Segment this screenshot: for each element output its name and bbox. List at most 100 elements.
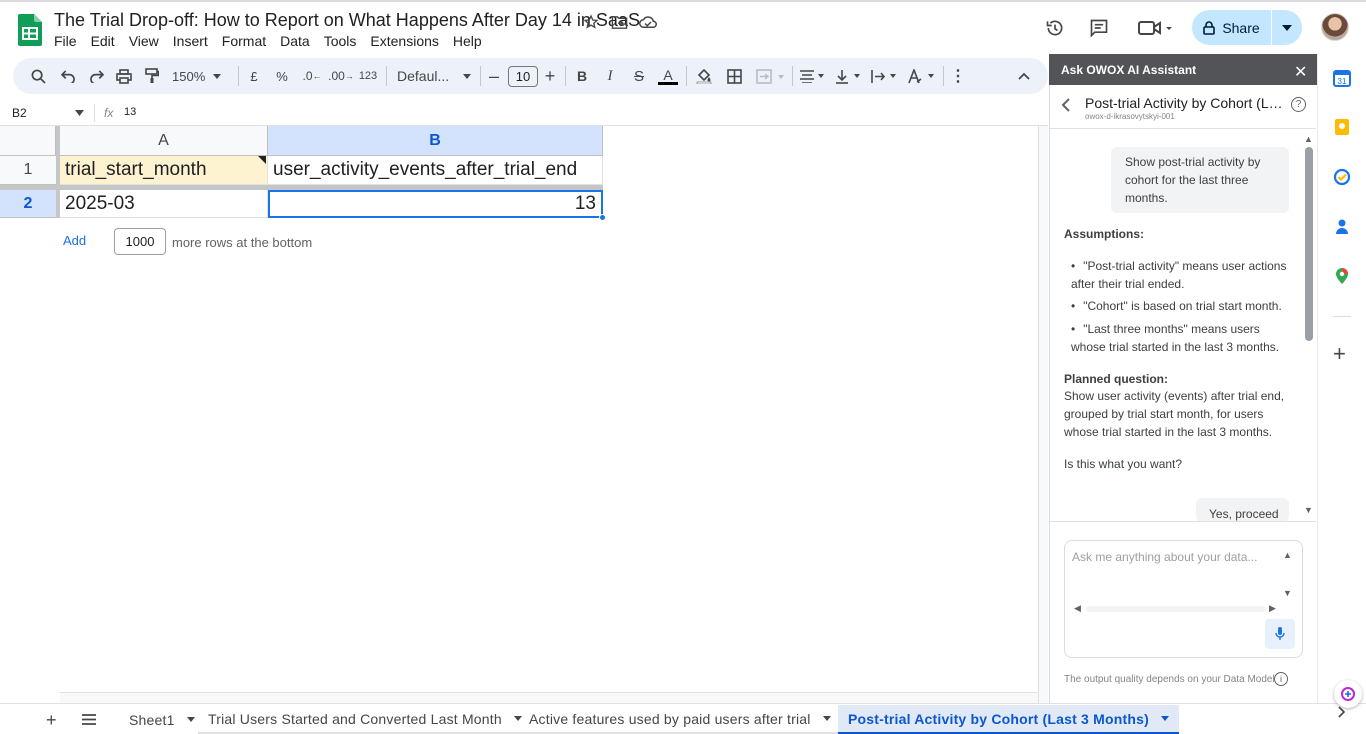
menu-view[interactable]: View [129, 33, 159, 49]
font-name: Defaul... [397, 68, 450, 84]
increase-font-size-button[interactable]: + [542, 66, 558, 86]
fill-color-icon[interactable] [694, 66, 714, 86]
version-history-icon[interactable] [1043, 16, 1067, 40]
undo-icon[interactable] [58, 66, 78, 86]
gemini-icon[interactable] [1334, 680, 1362, 708]
tasks-icon[interactable] [1333, 168, 1351, 186]
format-percent-button[interactable]: % [274, 66, 290, 86]
calendar-icon[interactable]: 31 [1333, 69, 1351, 87]
cell-a1[interactable]: trial_start_month [60, 156, 268, 185]
horizontal-align-icon[interactable] [798, 66, 828, 86]
borders-icon[interactable] [724, 66, 744, 86]
toolbar-divider [480, 66, 481, 86]
fill-handle[interactable] [599, 214, 606, 221]
grid-horizontal-scrollbar[interactable] [60, 692, 1038, 703]
avatar[interactable] [1321, 13, 1349, 41]
move-folder-icon[interactable] [609, 12, 629, 32]
font-size-input[interactable]: 10 [508, 66, 538, 87]
input-scroll-down-icon[interactable]: ▼ [1283, 588, 1292, 598]
add-sheet-icon[interactable]: + [46, 710, 57, 731]
cell-b1[interactable]: user_activity_events_after_trial_end [268, 156, 603, 185]
keep-icon[interactable] [1333, 118, 1351, 136]
cell-a2[interactable]: 2025-03 [60, 190, 268, 218]
menu-tools[interactable]: Tools [324, 33, 357, 49]
redo-icon[interactable] [86, 66, 106, 86]
chat-scroll-up-icon[interactable]: ▲ [1304, 134, 1313, 144]
info-icon[interactable]: i [1274, 672, 1288, 686]
chat-input[interactable]: Ask me anything about your data... [1072, 550, 1257, 564]
chat-scroll-down-icon[interactable]: ▼ [1304, 505, 1313, 515]
cell-b2-selected[interactable]: 13 [268, 190, 603, 218]
meet-icon[interactable] [1135, 16, 1175, 40]
chat-scrollbar-thumb[interactable] [1305, 147, 1313, 341]
input-scroll-left-icon[interactable]: ◀ [1074, 603, 1081, 614]
print-icon[interactable] [114, 66, 134, 86]
zoom-select[interactable]: 150% [172, 66, 232, 86]
text-color-button[interactable]: A [657, 66, 679, 86]
more-formats-button[interactable]: 123 [357, 66, 379, 86]
share-button[interactable]: Share [1192, 10, 1272, 45]
sheet-tab-label: Active features used by paid users after… [529, 710, 811, 727]
column-header-b[interactable]: B [268, 126, 603, 156]
comments-icon[interactable] [1087, 16, 1111, 40]
close-icon[interactable]: ✕ [1294, 62, 1307, 82]
menu-extensions[interactable]: Extensions [370, 33, 438, 49]
proceed-button[interactable]: Yes, proceed [1196, 498, 1289, 522]
menu-insert[interactable]: Insert [173, 33, 208, 49]
rows-count-input[interactable]: 1000 [114, 228, 166, 255]
add-rows-button[interactable]: Add [63, 233, 86, 248]
text-wrapping-icon[interactable] [870, 66, 900, 86]
sheet-tab-label: Post-trial Activity by Cohort (Last 3 Mo… [848, 710, 1149, 727]
get-add-ons-icon[interactable]: + [1333, 343, 1346, 365]
sheet-tab-trial-users[interactable]: Trial Users Started and Converted Last M… [198, 705, 532, 734]
menu-format[interactable]: Format [222, 33, 266, 49]
strikethrough-button[interactable]: S [630, 66, 648, 86]
back-arrow-icon[interactable] [1061, 98, 1071, 117]
font-select[interactable]: Defaul... [397, 66, 471, 86]
decrease-font-size-button[interactable]: – [486, 66, 502, 86]
sheet-tab-active-features[interactable]: Active features used by paid users after… [519, 705, 841, 734]
more-options-icon[interactable]: ⋮ [950, 66, 966, 86]
grid-vertical-scrollbar[interactable] [1038, 126, 1048, 703]
contacts-icon[interactable] [1333, 218, 1351, 236]
name-box-caret-icon[interactable] [75, 110, 84, 116]
cloud-status-icon[interactable] [638, 12, 658, 32]
text-rotation-icon[interactable] [906, 66, 938, 86]
sheet-tab-sheet1[interactable]: Sheet1 [119, 705, 205, 734]
all-sheets-icon[interactable] [82, 712, 96, 730]
sheet-tab-post-trial-activity[interactable]: Post-trial Activity by Cohort (Last 3 Mo… [838, 705, 1179, 734]
row-header-2[interactable]: 2 [0, 190, 56, 218]
paint-format-icon[interactable] [142, 66, 162, 86]
merge-cells-icon[interactable] [753, 66, 789, 86]
italic-button[interactable]: I [602, 66, 618, 86]
column-header-a[interactable]: A [60, 126, 268, 156]
star-icon[interactable] [581, 12, 601, 32]
name-box[interactable]: B2 [12, 106, 27, 120]
increase-decimal-button[interactable]: .00 → [328, 66, 354, 86]
caret-down-icon [463, 73, 471, 79]
formula-input[interactable]: 13 [124, 106, 136, 118]
search-menus-icon[interactable] [28, 66, 48, 86]
format-currency-button[interactable]: £ [246, 66, 262, 86]
help-icon[interactable]: ? [1291, 97, 1306, 112]
input-scroll-right-icon[interactable]: ▶ [1269, 603, 1276, 614]
share-dropdown-button[interactable] [1272, 10, 1302, 45]
bold-button[interactable]: B [574, 66, 590, 86]
collapse-toolbar-icon[interactable] [1015, 66, 1033, 86]
sheets-logo-icon[interactable] [18, 14, 42, 46]
menu-data[interactable]: Data [280, 33, 310, 49]
document-title[interactable]: The Trial Drop-off: How to Report on Wha… [54, 10, 640, 31]
menu-edit[interactable]: Edit [91, 33, 115, 49]
maps-icon[interactable] [1333, 267, 1351, 285]
row-header-1[interactable]: 1 [0, 156, 56, 185]
menu-help[interactable]: Help [453, 33, 482, 49]
vertical-align-icon[interactable] [834, 66, 864, 86]
decrease-decimal-button[interactable]: .0 ← [301, 66, 323, 86]
microphone-button[interactable] [1265, 619, 1295, 649]
select-all-corner[interactable] [0, 126, 56, 156]
input-scroll-up-icon[interactable]: ▲ [1283, 550, 1292, 560]
expand-rail-icon[interactable] [1337, 705, 1346, 723]
input-horizontal-scrollbar[interactable] [1086, 606, 1266, 612]
caret-down-icon [186, 717, 195, 722]
menu-file[interactable]: File [54, 33, 77, 49]
